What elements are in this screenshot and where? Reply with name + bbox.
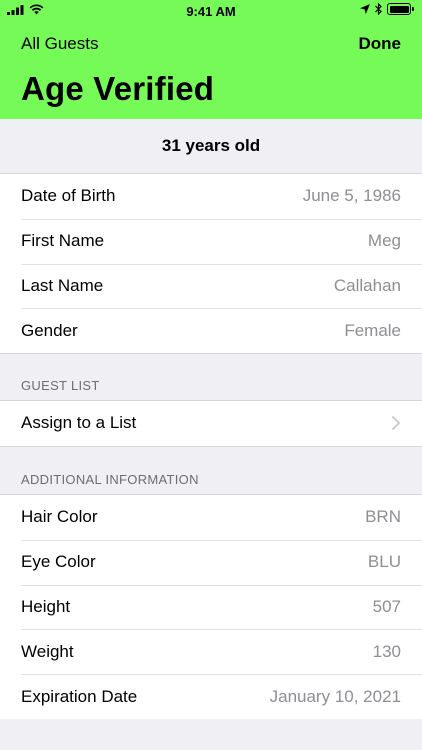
row-label: Hair Color xyxy=(21,507,98,527)
row-value: 507 xyxy=(372,596,401,616)
guest-detail-screen: 9:41 AM All Guests Done Age Verified 31 … xyxy=(0,0,422,750)
row-expiration-date: Expiration Date January 10, 2021 xyxy=(0,674,422,719)
row-value: Meg xyxy=(367,231,401,251)
guest-list-section-header: GUEST LIST xyxy=(21,378,100,393)
identity-group: Date of Birth June 5, 1986 First Name Me… xyxy=(0,173,422,355)
row-value: Female xyxy=(344,320,401,340)
row-label: Expiration Date xyxy=(21,686,138,706)
row-weight: Weight 130 xyxy=(0,629,422,674)
row-label: Weight xyxy=(21,641,74,661)
row-hair-color: Hair Color BRN xyxy=(0,495,422,540)
status-bar: 9:41 AM xyxy=(0,0,422,24)
additional-info-section-header: ADDITIONAL INFORMATION xyxy=(21,472,199,487)
age-banner: 31 years old xyxy=(0,119,422,173)
row-eye-color: Eye Color BLU xyxy=(0,539,422,585)
row-date-of-birth: Date of Birth June 5, 1986 xyxy=(0,174,422,219)
header: 9:41 AM All Guests Done Age Verified xyxy=(0,0,422,119)
status-right xyxy=(360,3,414,15)
row-label: Gender xyxy=(21,320,78,340)
row-label: Date of Birth xyxy=(21,186,116,206)
row-value: June 5, 1986 xyxy=(302,186,401,206)
guest-list-group: Assign to a List xyxy=(0,400,422,447)
row-height: Height 507 xyxy=(0,584,422,630)
chevron-right-icon xyxy=(392,416,400,431)
assign-to-list-row[interactable]: Assign to a List xyxy=(0,401,422,446)
row-first-name: First Name Meg xyxy=(0,218,422,264)
all-guests-back-button[interactable]: All Guests xyxy=(21,34,98,54)
page-title: Age Verified xyxy=(21,70,215,107)
row-value: BLU xyxy=(367,552,401,572)
row-value: Callahan xyxy=(333,275,401,295)
row-label: Eye Color xyxy=(21,552,96,572)
additional-info-group: Hair Color BRN Eye Color BLU Height 507 … xyxy=(0,494,422,720)
row-label: Assign to a List xyxy=(21,413,137,433)
row-label: Height xyxy=(21,596,71,616)
row-value: January 10, 2021 xyxy=(269,686,401,706)
battery-icon xyxy=(387,3,414,15)
row-gender: Gender Female xyxy=(0,308,422,353)
location-arrow-icon xyxy=(360,4,370,14)
bottom-background xyxy=(0,719,422,750)
row-value: BRN xyxy=(365,507,401,527)
row-last-name: Last Name Callahan xyxy=(0,263,422,309)
row-label: First Name xyxy=(21,231,105,251)
row-value: 130 xyxy=(372,641,401,661)
done-button[interactable]: Done xyxy=(359,34,402,54)
status-time: 9:41 AM xyxy=(186,4,236,19)
bluetooth-icon xyxy=(375,3,382,15)
row-label: Last Name xyxy=(21,275,104,295)
